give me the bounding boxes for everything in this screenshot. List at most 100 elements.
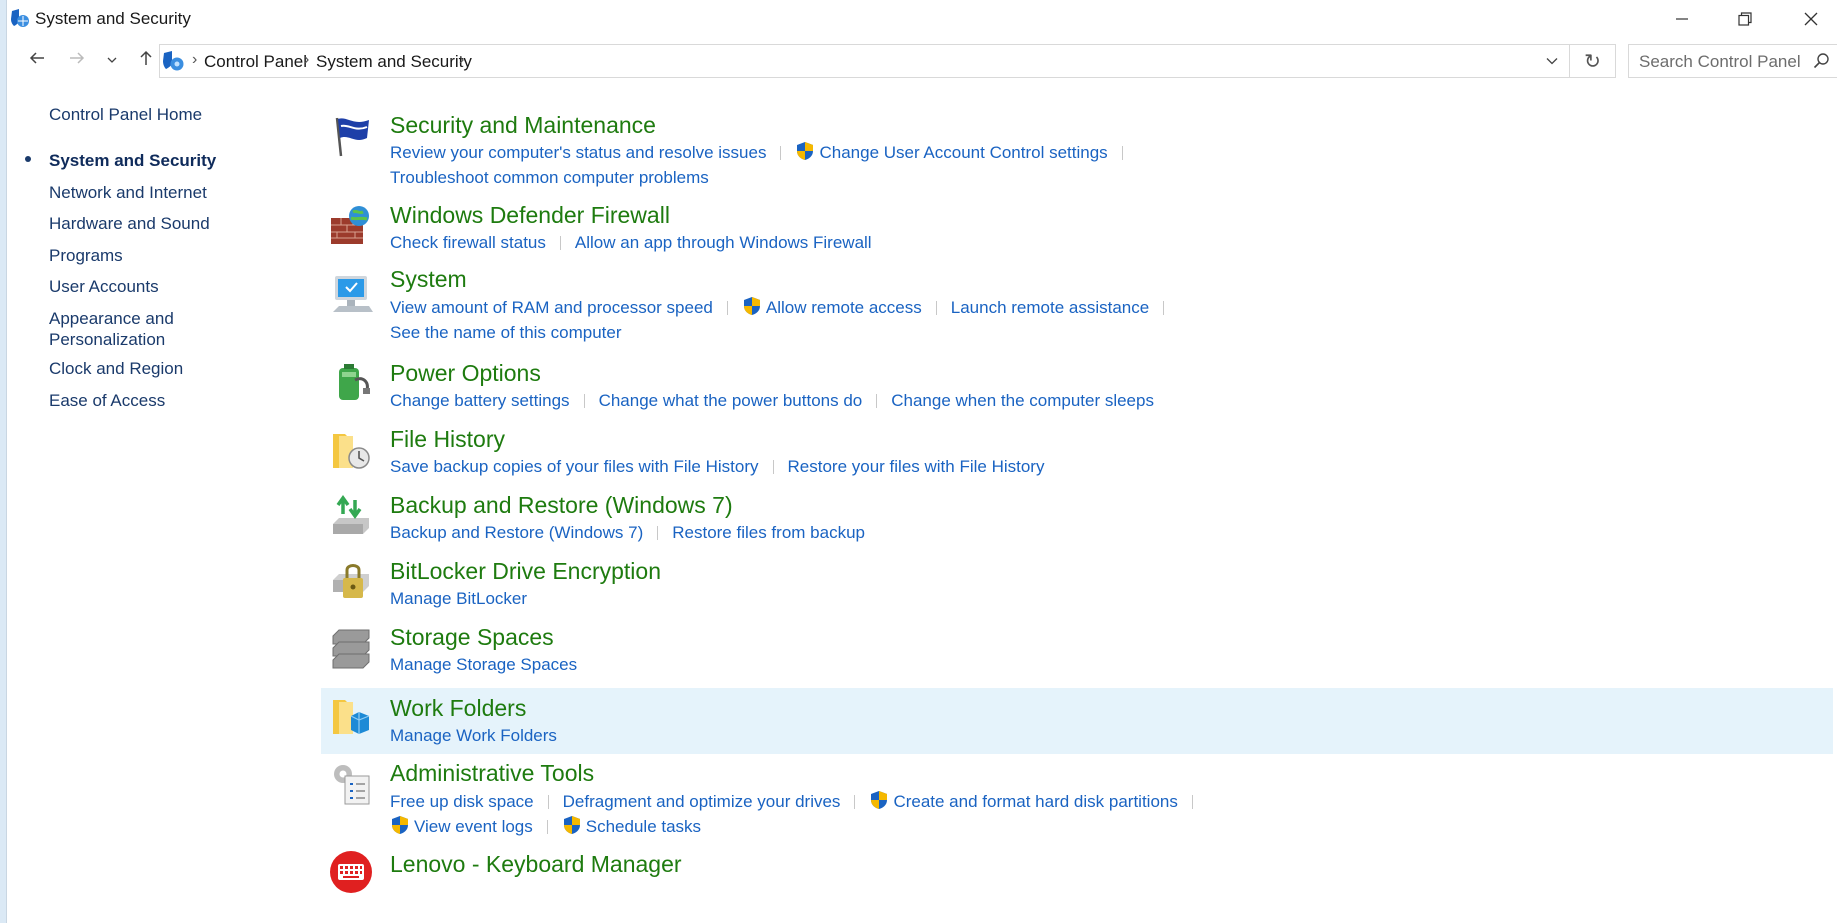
category-link[interactable]: See the name of this computer: [390, 323, 622, 343]
bitlocker-icon[interactable]: [329, 560, 373, 604]
category-storage-spaces: Storage Spaces Manage Storage Spaces: [321, 622, 1833, 678]
close-icon: [1804, 12, 1818, 26]
link-divider: [1163, 301, 1165, 315]
category-link[interactable]: View amount of RAM and processor speed: [390, 298, 713, 318]
computer-icon[interactable]: [329, 272, 373, 316]
category-link[interactable]: Manage Storage Spaces: [390, 655, 577, 675]
category-link[interactable]: Launch remote assistance: [951, 298, 1149, 318]
category-bitlocker: BitLocker Drive Encryption Manage BitLoc…: [321, 556, 1833, 612]
control-panel-home-link[interactable]: Control Panel Home: [49, 105, 202, 125]
category-links: Change battery settings Change what the …: [390, 390, 1154, 412]
link-divider: [772, 460, 774, 474]
category-link[interactable]: View event logs: [414, 817, 533, 837]
refresh-icon: ↻: [1584, 50, 1601, 73]
breadcrumb-system-security[interactable]: System and Security: [316, 52, 472, 72]
back-arrow-icon: [29, 51, 45, 70]
search-icon[interactable]: [1813, 52, 1831, 75]
breadcrumb-control-panel[interactable]: Control Panel: [204, 52, 307, 72]
close-button[interactable]: [1778, 0, 1837, 37]
category-links: Troubleshoot common computer problems: [390, 167, 709, 189]
breadcrumb-separator-icon[interactable]: ›: [192, 51, 197, 69]
link-divider: [1121, 146, 1123, 160]
category-title[interactable]: Administrative Tools: [390, 760, 594, 787]
restore-button[interactable]: [1712, 0, 1778, 37]
category-title[interactable]: Security and Maintenance: [390, 112, 656, 139]
category-link[interactable]: Troubleshoot common computer problems: [390, 168, 709, 188]
category-link[interactable]: Save backup copies of your files with Fi…: [390, 457, 759, 477]
breadcrumb-separator-icon[interactable]: ›: [459, 51, 464, 69]
recent-locations-button[interactable]: [102, 40, 122, 80]
search-box[interactable]: [1628, 44, 1837, 78]
forward-button[interactable]: [62, 40, 92, 80]
category-link[interactable]: Free up disk space: [390, 792, 534, 812]
category-link[interactable]: Manage Work Folders: [390, 726, 557, 746]
sidebar-item-network-internet[interactable]: Network and Internet: [49, 182, 239, 203]
category-lenovo-keyboard-manager: Lenovo - Keyboard Manager: [321, 848, 1833, 898]
category-link[interactable]: Schedule tasks: [586, 817, 701, 837]
category-link[interactable]: Allow an app through Windows Firewall: [575, 233, 872, 253]
category-title[interactable]: Work Folders: [390, 695, 526, 722]
category-link[interactable]: Allow remote access: [766, 298, 922, 318]
up-button[interactable]: [131, 40, 161, 80]
category-link[interactable]: Check firewall status: [390, 233, 546, 253]
up-arrow-icon: [139, 50, 153, 71]
address-dropdown-button[interactable]: [1539, 49, 1565, 73]
chevron-down-icon: [107, 51, 117, 69]
sidebar-item-system-security[interactable]: System and Security: [49, 150, 239, 171]
category-links: Check firewall status Allow an app throu…: [390, 232, 872, 254]
category-link[interactable]: Backup and Restore (Windows 7): [390, 523, 643, 543]
category-link[interactable]: Change battery settings: [390, 391, 570, 411]
category-links: See the name of this computer: [390, 322, 622, 344]
search-input[interactable]: [1637, 51, 1811, 73]
minimize-button[interactable]: [1649, 0, 1715, 37]
category-link[interactable]: Create and format hard disk partitions: [893, 792, 1177, 812]
battery-icon[interactable]: [329, 360, 373, 404]
link-divider: [854, 795, 856, 809]
category-link[interactable]: Change User Account Control settings: [819, 143, 1107, 163]
category-title[interactable]: File History: [390, 426, 505, 453]
category-link[interactable]: Restore your files with File History: [788, 457, 1045, 477]
admin-tools-icon[interactable]: [329, 762, 373, 806]
sidebar-item-programs[interactable]: Programs: [49, 245, 239, 266]
link-divider: [726, 301, 728, 315]
category-title[interactable]: Power Options: [390, 360, 541, 387]
category-links: Backup and Restore (Windows 7) Restore f…: [390, 522, 865, 544]
work-folders-icon[interactable]: [329, 694, 373, 738]
sidebar-item-appearance[interactable]: Appearance and Personalization: [49, 308, 199, 350]
link-divider: [1191, 795, 1193, 809]
firewall-icon[interactable]: [329, 204, 373, 248]
category-links: Manage BitLocker: [390, 588, 527, 610]
sidebar-item-clock-region[interactable]: Clock and Region: [49, 358, 239, 379]
backup-icon[interactable]: [329, 494, 373, 538]
category-link[interactable]: Restore files from backup: [672, 523, 865, 543]
uac-shield-icon: [795, 141, 815, 166]
category-link[interactable]: Change when the computer sleeps: [891, 391, 1154, 411]
sidebar-item-user-accounts[interactable]: User Accounts: [49, 276, 239, 297]
file-history-icon[interactable]: [329, 428, 373, 472]
sidebar-item-ease-of-access[interactable]: Ease of Access: [49, 390, 239, 411]
category-link[interactable]: Manage BitLocker: [390, 589, 527, 609]
navigation-bar: › Control Panel › System and Security › …: [7, 40, 1837, 80]
sidebar-item-hardware-sound[interactable]: Hardware and Sound: [49, 213, 239, 234]
chevron-down-icon: [1546, 52, 1558, 70]
refresh-button[interactable]: ↻: [1570, 44, 1616, 78]
category-links: View amount of RAM and processor speed A…: [390, 296, 1178, 319]
keyboard-icon[interactable]: [329, 850, 373, 894]
category-title[interactable]: Storage Spaces: [390, 624, 554, 651]
address-bar[interactable]: › Control Panel › System and Security ›: [159, 44, 1570, 78]
category-link[interactable]: Change what the power buttons do: [599, 391, 863, 411]
back-button[interactable]: [22, 40, 52, 80]
link-divider: [657, 526, 659, 540]
flag-icon[interactable]: [329, 114, 373, 158]
category-title[interactable]: Backup and Restore (Windows 7): [390, 492, 733, 519]
category-title[interactable]: Windows Defender Firewall: [390, 202, 670, 229]
storage-icon[interactable]: [329, 626, 373, 670]
category-title[interactable]: Lenovo - Keyboard Manager: [390, 851, 682, 878]
restore-icon: [1738, 11, 1752, 26]
category-title[interactable]: System: [390, 266, 467, 293]
category-title[interactable]: BitLocker Drive Encryption: [390, 558, 661, 585]
category-link[interactable]: Defragment and optimize your drives: [563, 792, 841, 812]
breadcrumb-separator-icon[interactable]: ›: [304, 51, 309, 69]
category-link[interactable]: Review your computer's status and resolv…: [390, 143, 766, 163]
category-security-maintenance: Security and Maintenance Review your com…: [321, 108, 1833, 188]
